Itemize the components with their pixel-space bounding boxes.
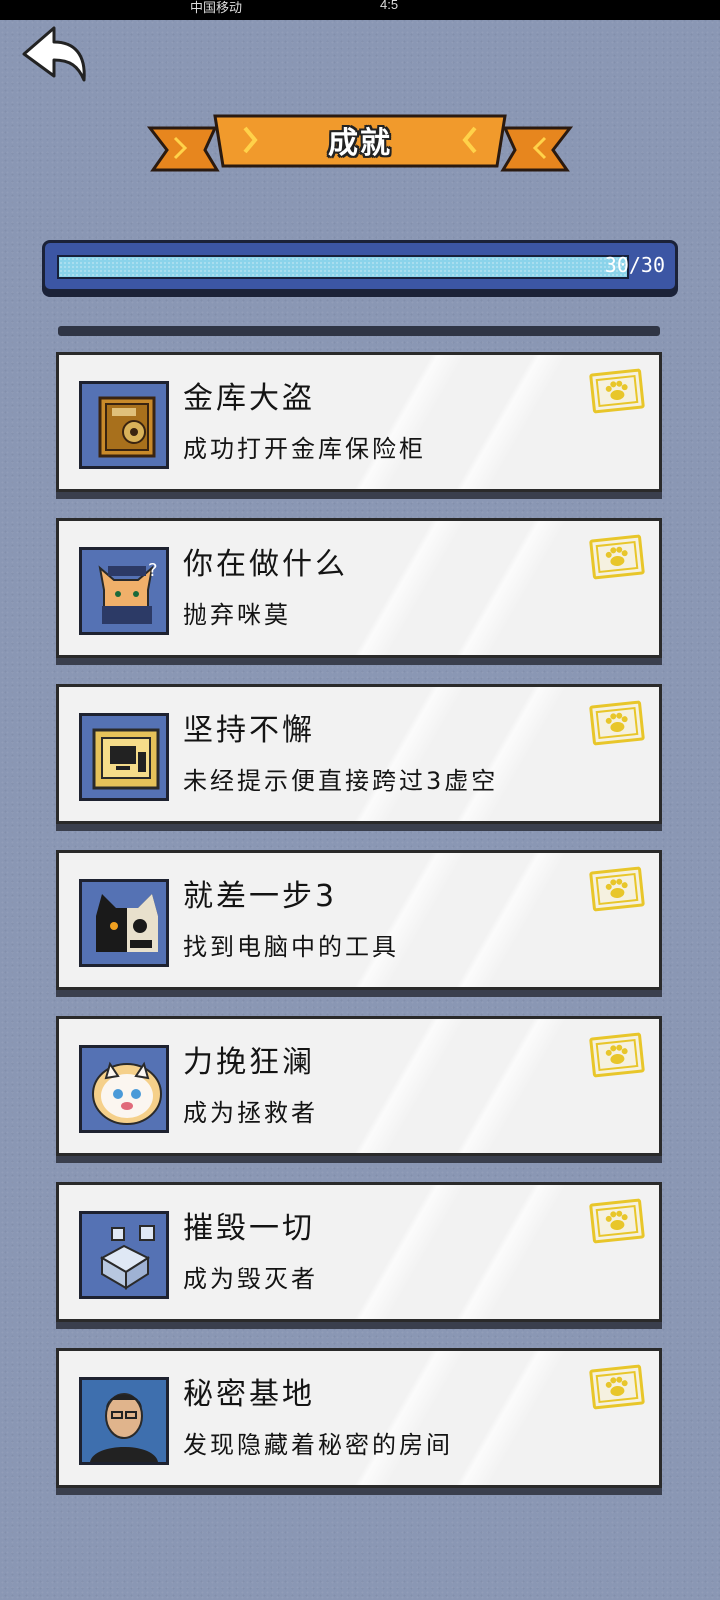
cubes-icon — [79, 1211, 169, 1299]
white-cat-icon — [79, 1045, 169, 1133]
progress-label: 30/30 — [604, 253, 665, 277]
unlocked-badge-icon — [589, 1364, 645, 1410]
achievement-card[interactable]: 金库大盗成功打开金库保险柜 — [56, 352, 662, 492]
achievement-description: 成为毁灭者 — [183, 1265, 318, 1293]
unlocked-badge-icon — [589, 700, 645, 746]
achievement-title: 金库大盗 — [183, 381, 315, 416]
achievement-card[interactable]: 秘密基地发现隐藏着秘密的房间 — [56, 1348, 662, 1488]
person-icon — [79, 1377, 169, 1465]
progress-fill — [59, 257, 627, 277]
unlocked-badge-icon — [589, 866, 645, 912]
achievement-title: 力挽狂澜 — [183, 1045, 315, 1080]
achievement-description: 发现隐藏着秘密的房间 — [183, 1431, 453, 1459]
cat-skull-icon — [79, 879, 169, 967]
unlocked-badge-icon — [589, 368, 645, 414]
achievement-card[interactable]: 力挽狂澜 成为拯救者 — [56, 1016, 662, 1156]
achievement-description: 成为拯救者 — [183, 1099, 318, 1127]
time-label: 4:5 — [380, 0, 399, 12]
status-bar: 中国移动 4:5 — [0, 0, 720, 20]
svg-text:?: ? — [148, 560, 158, 581]
achievement-progress-bar: 30/30 — [42, 240, 678, 292]
achievement-card[interactable]: 就差一步3 找到电脑中的工具 — [56, 850, 662, 990]
list-divider — [58, 326, 660, 336]
back-button[interactable] — [20, 24, 88, 86]
achievement-description: 找到电脑中的工具 — [183, 933, 399, 961]
achievement-title: 就差一步3 — [183, 879, 338, 914]
cat-police-icon: ? — [79, 547, 169, 635]
achievement-title: 你在做什么 — [183, 547, 348, 582]
safe-icon — [79, 381, 169, 469]
computer-icon — [79, 713, 169, 801]
achievement-description: 未经提示便直接跨过3虚空 — [183, 767, 499, 795]
achievement-description: 抛弃咪莫 — [183, 601, 291, 629]
achievement-title: 秘密基地 — [183, 1377, 315, 1412]
achievement-description: 成功打开金库保险柜 — [183, 435, 426, 463]
unlocked-badge-icon — [589, 1032, 645, 1078]
achievement-card[interactable]: 摧毁一切 成为毁灭者 — [56, 1182, 662, 1322]
progress-track — [57, 255, 629, 279]
carrier-label: 中国移动 — [190, 0, 243, 15]
achievement-card[interactable]: 坚持不懈未经提示便直接跨过3虚空 — [56, 684, 662, 824]
achievement-card[interactable]: ? 你在做什么抛弃咪莫 — [56, 518, 662, 658]
achievement-title: 摧毁一切 — [183, 1211, 315, 1246]
page-title: 成就 — [328, 126, 392, 161]
unlocked-badge-icon — [589, 1198, 645, 1244]
achievement-title: 坚持不懈 — [183, 713, 315, 748]
back-arrow-icon — [22, 26, 86, 82]
unlocked-badge-icon — [589, 534, 645, 580]
